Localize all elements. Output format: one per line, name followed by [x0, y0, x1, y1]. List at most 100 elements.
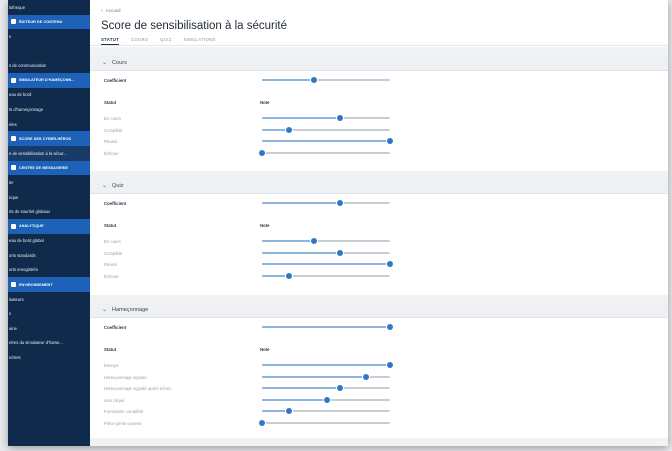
note-slider[interactable]	[262, 249, 390, 256]
sidebar-item[interactable]: eau de bord	[8, 88, 90, 103]
status-row-label: Formulaire complété	[104, 409, 144, 414]
sidebar-item[interactable]: s	[8, 29, 90, 44]
coefficient-slider[interactable]	[262, 200, 390, 206]
slider-thumb[interactable]	[337, 115, 344, 121]
sidebar-item[interactable]: rique	[8, 190, 90, 205]
tab-quiz[interactable]: QUIZ	[160, 37, 171, 45]
slider-thumb[interactable]	[311, 238, 318, 244]
note-column-label: Note	[260, 347, 270, 352]
note-slider[interactable]	[262, 115, 390, 121]
slider-fill	[262, 79, 315, 81]
sidebar-item[interactable]: e de sensibilisation à la sécur...	[8, 145, 90, 161]
tab-simulations[interactable]: SIMULATIONS	[184, 37, 216, 45]
sidebar-item-label: CENTRE DE MESSAGERIE	[19, 165, 68, 170]
sidebar-section-header[interactable]: ÉDITEUR DE CONTENU	[8, 14, 90, 30]
note-slider[interactable]	[262, 408, 390, 414]
chevron-left-icon: ‹	[101, 8, 103, 14]
note-slider[interactable]	[262, 272, 390, 279]
app-window: lotheque ÉDITEUR DE CONTENU s s de communic…	[8, 0, 668, 446]
coefficient-label: Coefficient	[104, 325, 127, 330]
note-slider[interactable]	[259, 419, 390, 426]
slider-thumb[interactable]	[324, 396, 331, 403]
slider-thumb[interactable]	[337, 200, 344, 206]
section-header[interactable]: ⌄ Cours	[90, 55, 668, 71]
chevron-down-icon: ⌄	[102, 307, 108, 313]
sidebar-item[interactable]: eles	[8, 117, 90, 132]
slider-thumb[interactable]	[285, 272, 292, 279]
section-icon	[11, 77, 16, 83]
section-title: Cours	[112, 59, 127, 66]
section-header[interactable]: ⌄ Quiz	[90, 178, 668, 194]
status-row-label: En cours	[104, 239, 121, 244]
note-slider[interactable]	[262, 138, 393, 144]
sidebar-section-header[interactable]: ENVIRONNEMENT	[8, 277, 90, 292]
slider-fill	[262, 375, 366, 378]
coefficient-slider[interactable]	[262, 324, 393, 330]
note-slider[interactable]	[262, 362, 393, 368]
slider-thumb[interactable]	[362, 373, 369, 380]
sidebar-item[interactable]: orts enregistrés	[8, 263, 90, 278]
note-slider[interactable]	[262, 126, 390, 133]
back-link[interactable]: ‹ Accueil	[101, 8, 120, 14]
status-row-label: Complété	[104, 127, 123, 133]
status-row-label: Lien cliqué	[104, 397, 125, 403]
slider-thumb[interactable]	[387, 324, 393, 330]
slider-thumb[interactable]	[387, 362, 393, 368]
sidebar-item[interactable]	[8, 44, 90, 59]
sidebar-item[interactable]: s de communication	[8, 58, 90, 73]
status-row-label: Hameçonnage signalé	[104, 374, 147, 380]
sidebar-section-header[interactable]: SCORE DES CYBER-HÉROS	[8, 131, 90, 146]
slider-thumb[interactable]	[285, 126, 292, 133]
sidebar-section-header[interactable]: SIMULATEUR D'HAMEÇONN...	[8, 72, 90, 88]
tab-cours[interactable]: COURS	[131, 37, 148, 45]
sidebar-item[interactable]: eau de bord global	[8, 234, 90, 249]
sidebar-item[interactable]: etres du simulateur d'hame...	[8, 336, 90, 351]
slider-thumb[interactable]	[337, 385, 344, 391]
slider-thumb[interactable]	[259, 419, 265, 426]
slider-thumb[interactable]	[285, 408, 292, 414]
slider-fill	[262, 364, 390, 366]
note-slider[interactable]	[262, 261, 393, 267]
sidebar-item-label: rique	[9, 194, 19, 200]
sidebar-item[interactable]: s	[8, 306, 90, 321]
sidebar-item-label: eau de bord	[9, 92, 32, 98]
note-column-label: Note	[260, 223, 270, 228]
sidebar-item[interactable]: lotheque	[8, 0, 90, 15]
note-slider[interactable]	[262, 396, 390, 403]
sidebar-item[interactable]: isateurs	[8, 292, 90, 307]
slider-thumb[interactable]	[337, 249, 344, 256]
sidebar-item[interactable]: ier	[8, 175, 90, 190]
note-column-label: Note	[260, 100, 270, 105]
sidebar-section-header[interactable]: CENTRE DE MESSAGERIE	[8, 160, 90, 176]
sidebar-item-label: lotheque	[9, 4, 26, 10]
tab-statut[interactable]: STATUT	[101, 37, 120, 45]
sidebar-item-label: orts enregistrés	[9, 267, 38, 273]
status-row-label: Réussi	[104, 139, 118, 144]
note-slider[interactable]	[259, 149, 390, 156]
section-title: Hameçonnage	[112, 306, 149, 313]
sidebar-section-header[interactable]: ANALYTIQUE	[8, 218, 90, 234]
section-icon	[11, 165, 16, 171]
note-slider[interactable]	[262, 373, 390, 380]
section-icon	[11, 223, 16, 229]
slider-thumb[interactable]	[311, 77, 318, 83]
sidebar-item[interactable]: nétres	[8, 350, 90, 365]
note-slider[interactable]	[262, 385, 390, 391]
slider-thumb[interactable]	[387, 261, 393, 267]
sidebar-item[interactable]: aine	[8, 321, 90, 336]
sidebar-item[interactable]: rts de sourriel globaux	[8, 204, 90, 219]
statut-column-label: Statut	[104, 223, 117, 228]
note-slider[interactable]	[262, 238, 390, 244]
slider-track	[262, 151, 390, 154]
sidebar-item-label: nétres	[9, 355, 21, 361]
slider-fill	[262, 128, 289, 131]
slider-thumb[interactable]	[259, 149, 265, 156]
sidebar-item[interactable]: ts d'hameçonnage	[8, 102, 90, 117]
sidebar-item[interactable]: orts standards	[8, 248, 90, 263]
back-link-label: Accueil	[105, 8, 121, 13]
coefficient-slider[interactable]	[262, 77, 390, 83]
slider-thumb[interactable]	[387, 138, 393, 144]
section-icon	[11, 136, 16, 142]
sidebar-item-label: orts standards	[9, 252, 36, 258]
section-header[interactable]: ⌄ Hameçonnage	[90, 302, 668, 318]
